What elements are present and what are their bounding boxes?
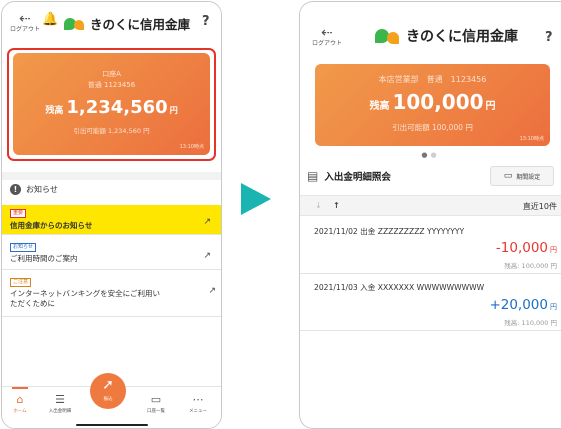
kinokuni-logo-icon xyxy=(375,27,401,45)
info-tag: お知らせ xyxy=(10,243,36,252)
sort-down-icon[interactable]: ↓ xyxy=(315,201,322,210)
wallet-icon: ▭ xyxy=(150,393,162,406)
transfer-button[interactable]: ➚ 振込 xyxy=(90,373,126,409)
bell-icon[interactable]: 🔔 xyxy=(42,12,58,27)
logout-label: ログアウト xyxy=(312,40,343,47)
brand-logo: きのくに信用金庫 xyxy=(64,14,190,33)
logout-button[interactable]: ⇠ ログアウト xyxy=(10,12,40,34)
as-of-time: 13:10時点 xyxy=(179,144,204,150)
notice-text: 信用金庫からのお知らせ xyxy=(10,221,93,230)
as-of-time: 13:10時点 xyxy=(519,136,544,142)
calendar-icon: ▭ xyxy=(503,171,513,181)
home-icon: ⌂ xyxy=(16,393,24,406)
account-card[interactable]: 口座A 普通 1123456 残高 1,234,560 円 引出可能額 1,234,… xyxy=(13,53,210,155)
period-setting-button[interactable]: ▭ 期間設定 xyxy=(490,166,554,186)
recent-count-label: 直近10件 xyxy=(522,202,557,211)
notice-text: インターネットバンキングを安全にご利用い xyxy=(10,289,160,298)
account-card[interactable]: 本店営業部 普通 1123456 残高 100,000 円 引出可能額 100,00… xyxy=(315,64,550,146)
kinokuni-logo-icon xyxy=(64,16,86,32)
carousel-dots: ●● xyxy=(421,151,440,159)
caution-tag: ご注意 xyxy=(10,278,32,287)
list-icon: ☰ xyxy=(55,393,65,406)
available-amount: 引出可能額 100,000 円 xyxy=(392,123,473,132)
account-number: 普通 1123456 xyxy=(87,81,136,89)
notice-text-line2: ただくために xyxy=(10,299,55,308)
divider xyxy=(2,172,221,180)
available-amount: 引出可能額 1,234,560 円 xyxy=(73,127,150,135)
document-icon: ▤ xyxy=(307,169,319,183)
transaction-balance: 残高: 100,000 円 xyxy=(504,262,557,270)
transaction-balance: 残高: 110,000 円 xyxy=(504,319,557,327)
account-name: 口座A xyxy=(102,70,121,78)
notice-important[interactable]: 重要 信用金庫からのお知らせ ↗ xyxy=(2,205,221,235)
transaction-row[interactable]: 2021/11/02 出金 ZZZZZZZZZ YYYYYYYY -10,000… xyxy=(300,218,561,274)
logout-label: ログアウト xyxy=(10,26,41,33)
logout-icon: ⇠ xyxy=(19,11,31,27)
external-link-icon: ↗ xyxy=(208,286,216,296)
transaction-description: 2021/11/02 出金 ZZZZZZZZZ YYYYYYYY xyxy=(314,227,465,236)
logout-button[interactable]: ⇠ ログアウト xyxy=(312,26,342,48)
help-icon[interactable]: ? xyxy=(202,14,210,29)
bottom-nav: ⌂ ホーム ☰ 入出金明細 ➚ 振込 ▭ 口座一覧 ⋯ メニュー xyxy=(2,373,221,428)
home-indicator xyxy=(76,424,148,426)
brand-logo: きのくに信用金庫 xyxy=(375,26,518,46)
info-icon: ! xyxy=(10,183,21,195)
sort-up-icon[interactable]: ↑ xyxy=(333,201,340,210)
transaction-description: 2021/11/03 入金 XXXXXXX WWWWWWWWW xyxy=(314,283,485,292)
nav-menu[interactable]: ⋯ メニュー xyxy=(180,393,216,415)
balance: 残高 100,000 円 xyxy=(369,90,496,114)
notices-title: お知らせ xyxy=(26,184,58,194)
nav-home[interactable]: ⌂ ホーム xyxy=(2,387,38,415)
transition-arrow-icon xyxy=(241,183,271,215)
transfer-icon: ➚ xyxy=(102,377,114,393)
notices-header: ! お知らせ xyxy=(2,182,221,196)
branch-account-number: 本店営業部 普通 1123456 xyxy=(378,75,487,84)
notice-text: ご利用時間のご案内 xyxy=(10,254,78,263)
more-icon: ⋯ xyxy=(192,393,204,406)
transaction-amount: -10,000 円 xyxy=(495,240,557,256)
transaction-amount: +20,000 円 xyxy=(489,297,557,313)
app-header: ⇠ ログアウト きのくに信用金庫 ? xyxy=(300,2,561,56)
balance: 残高 1,234,560 円 xyxy=(45,97,178,118)
external-link-icon: ↗ xyxy=(203,217,211,227)
external-link-icon: ↗ xyxy=(203,251,211,261)
notice-hours[interactable]: お知らせ ご利用時間のご案内 ↗ xyxy=(2,238,221,270)
phone-screen-right: ⇠ ログアウト きのくに信用金庫 ? 本店営業部 普通 1123456 残高 10… xyxy=(299,1,561,429)
nav-history[interactable]: ☰ 入出金明細 xyxy=(42,393,78,415)
phone-screen-left: ⇠ ログアウト 🔔 きのくに信用金庫 ? 口座A 普通 1123456 残高 1,… xyxy=(1,1,222,429)
transaction-row[interactable]: 2021/11/03 入金 XXXXXXX WWWWWWWWW +20,000 円… xyxy=(300,275,561,331)
logout-icon: ⇠ xyxy=(321,25,333,41)
statement-title: 入出金明細照会 xyxy=(324,172,391,183)
nav-accounts[interactable]: ▭ 口座一覧 xyxy=(138,393,174,415)
brand-name: きのくに信用金庫 xyxy=(406,29,518,45)
brand-name: きのくに信用金庫 xyxy=(90,17,191,32)
important-tag: 重要 xyxy=(10,209,27,218)
help-icon[interactable]: ? xyxy=(545,30,553,45)
notice-security[interactable]: ご注意 インターネットバンキングを安全にご利用い ただくために ↗ xyxy=(2,272,221,317)
sort-bar: ↓ ↑ 直近10件 xyxy=(300,195,561,216)
